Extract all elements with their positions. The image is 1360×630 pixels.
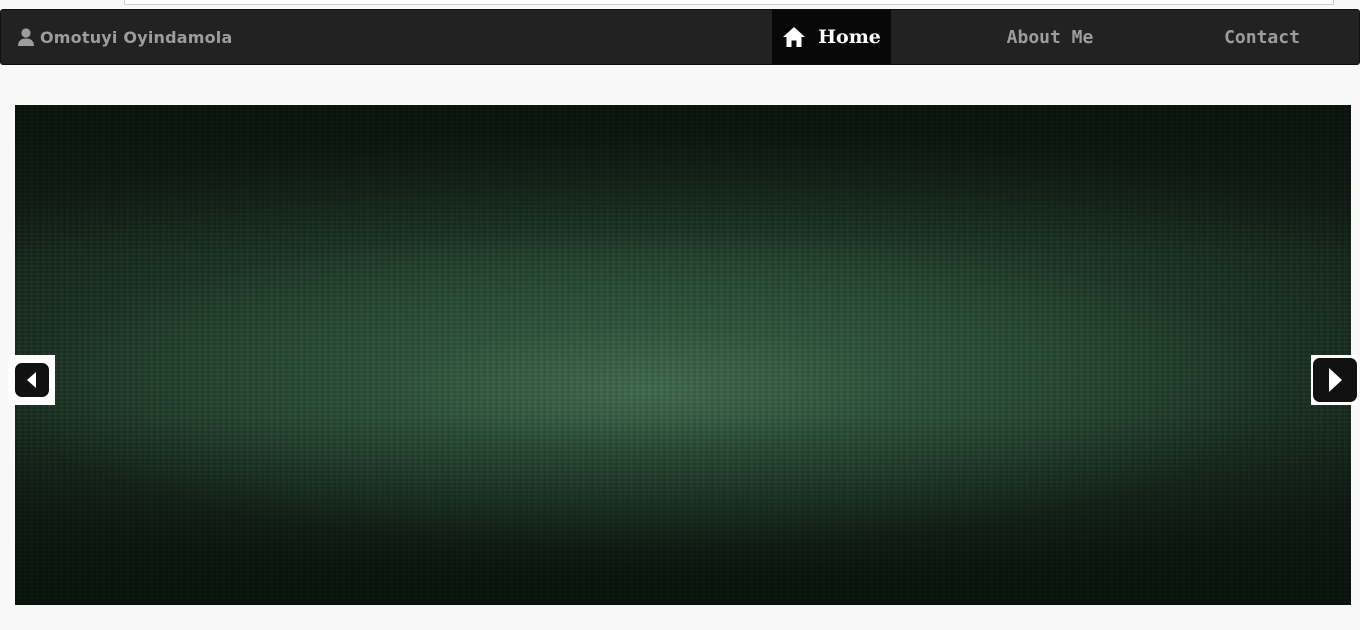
- nav-item-home-label: Home: [818, 26, 881, 48]
- nav-item-contact[interactable]: Contact: [1206, 10, 1318, 64]
- nav-item-about-me[interactable]: About Me: [991, 10, 1109, 64]
- carousel-slide: [15, 105, 1351, 605]
- address-bar-edge: [124, 0, 1334, 5]
- carousel-prev-button[interactable]: [8, 355, 55, 405]
- brand-link[interactable]: Omotuyi Oyindamola: [17, 24, 233, 50]
- brand-name: Omotuyi Oyindamola: [40, 27, 233, 47]
- home-icon: [782, 26, 806, 48]
- slide-vignette: [15, 105, 1351, 605]
- user-icon: [17, 27, 35, 47]
- chevron-right-icon: [1312, 358, 1357, 402]
- navbar: Omotuyi Oyindamola Home About Me Contact: [0, 9, 1360, 65]
- nav-item-home[interactable]: Home: [772, 10, 891, 64]
- carousel-next-button[interactable]: [1311, 355, 1358, 405]
- chevron-left-icon: [14, 363, 49, 397]
